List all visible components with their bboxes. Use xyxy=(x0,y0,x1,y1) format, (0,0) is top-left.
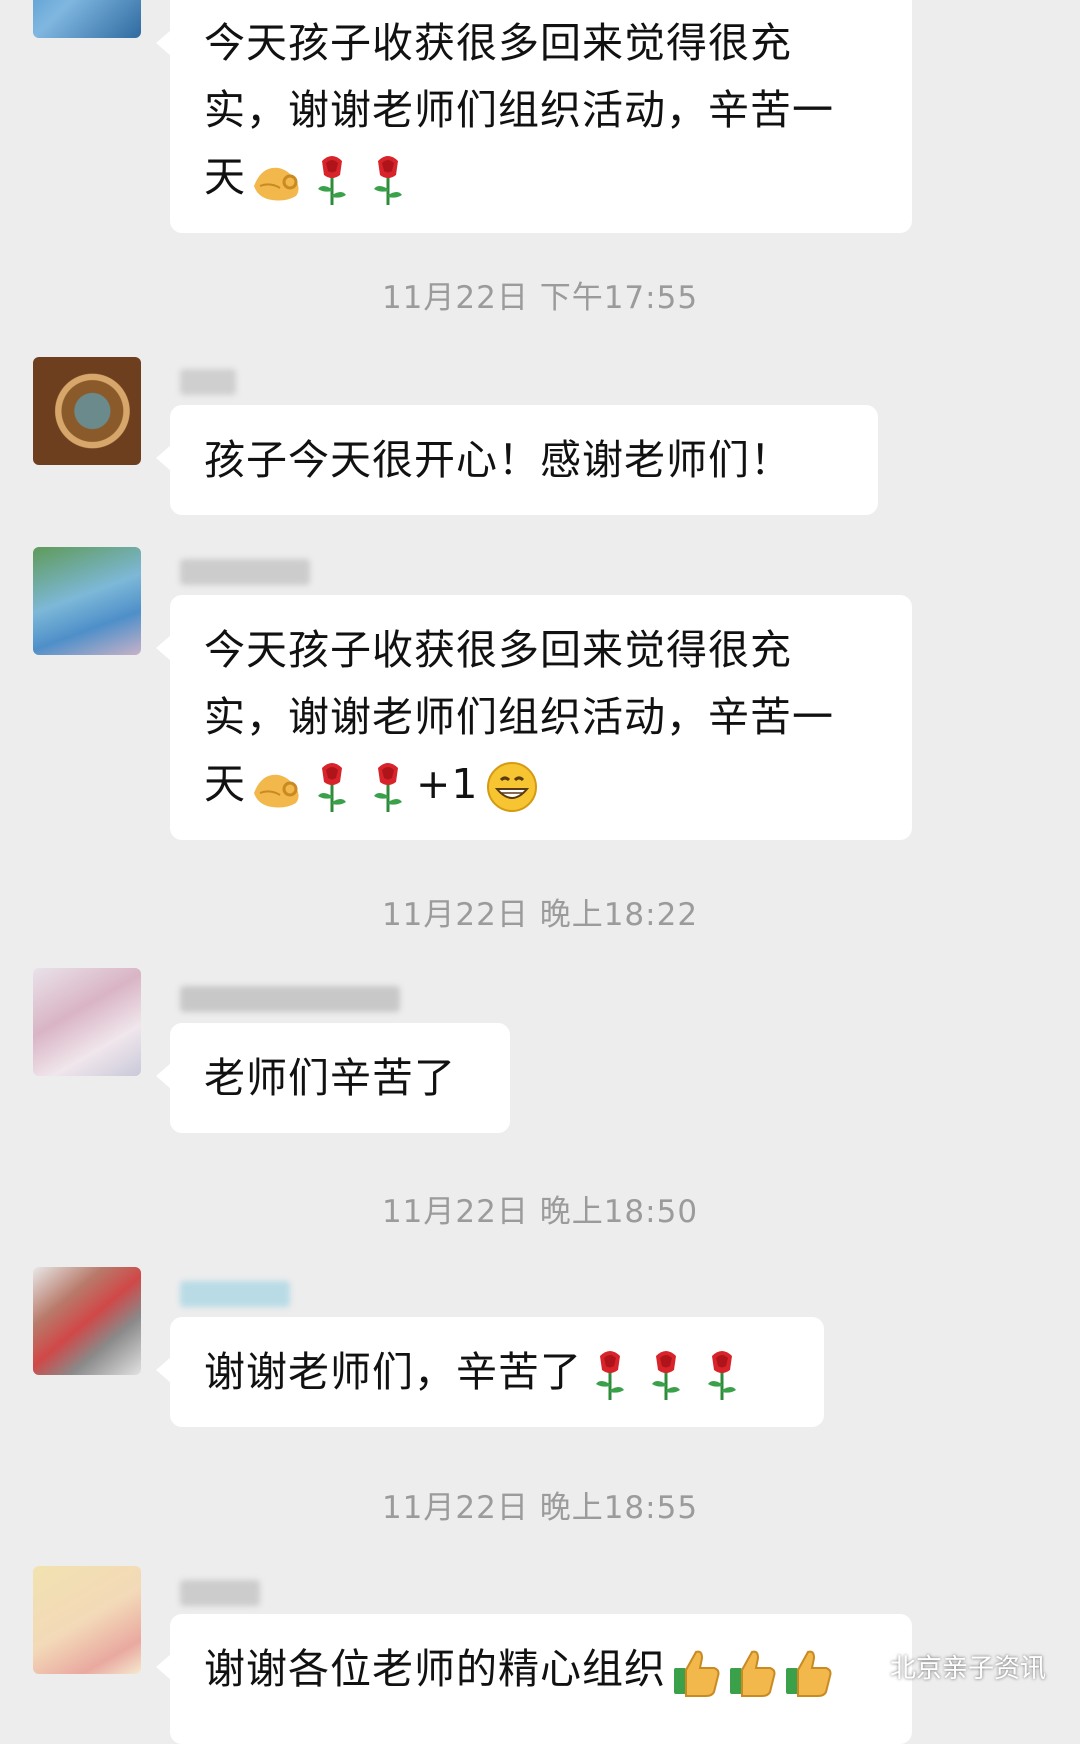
sender-name xyxy=(180,1580,260,1606)
avatar[interactable] xyxy=(33,1566,141,1674)
sender-name xyxy=(180,369,236,395)
message-text-line: 天 xyxy=(204,760,246,808)
message-text-line: 实，谢谢老师们组织活动，辛苦一 xyxy=(204,693,834,741)
message-bubble[interactable]: 谢谢老师们，辛苦了 xyxy=(156,1317,824,1427)
grin-icon xyxy=(486,761,538,813)
rose-icon xyxy=(368,153,408,207)
avatar[interactable] xyxy=(33,968,141,1076)
message-text-line: 天 xyxy=(204,153,246,201)
message-bubble[interactable]: 孩子今天很开心！感谢老师们！ xyxy=(156,405,878,515)
message-text-line: 今天孩子收获很多回来觉得很充 xyxy=(204,19,792,67)
sender-name xyxy=(180,1281,290,1307)
message-bubble[interactable]: 今天孩子收获很多回来觉得很充 实，谢谢老师们组织活动，辛苦一 天 xyxy=(156,0,912,233)
message-text: 老师们辛苦了 xyxy=(204,1054,456,1102)
timestamp: 11月22日 晚上18:55 xyxy=(381,1490,699,1526)
message-bubble[interactable]: 老师们辛苦了 xyxy=(156,1023,510,1133)
message-text-line: 实，谢谢老师们组织活动，辛苦一 xyxy=(204,86,834,134)
timestamp: 11月22日 晚上18:50 xyxy=(381,1194,699,1230)
thumbs-up-icon xyxy=(782,1646,834,1698)
avatar[interactable] xyxy=(33,357,141,465)
rose-icon xyxy=(312,760,352,814)
avatar[interactable] xyxy=(33,547,141,655)
ok-hand-icon xyxy=(250,156,304,204)
message-bubble[interactable]: 谢谢各位老师的精心组织 xyxy=(156,1614,912,1744)
rose-icon xyxy=(590,1348,630,1402)
avatar[interactable] xyxy=(33,0,141,38)
timestamp: 11月22日 晚上18:22 xyxy=(381,897,699,933)
rose-icon xyxy=(368,760,408,814)
watermark-text: 北京亲子资讯 xyxy=(889,1654,1046,1684)
sender-name xyxy=(180,986,400,1012)
rose-icon xyxy=(702,1348,742,1402)
avatar[interactable] xyxy=(33,1267,141,1375)
plus-one-text: +1 xyxy=(416,760,479,808)
watermark: 北京亲子资讯 xyxy=(840,1646,1046,1687)
sender-name xyxy=(180,559,310,585)
message-text: 谢谢各位老师的精心组织 xyxy=(204,1645,666,1693)
thumbs-up-icon xyxy=(726,1646,778,1698)
message-text: 孩子今天很开心！感谢老师们！ xyxy=(204,436,792,484)
thumbs-up-icon xyxy=(670,1646,722,1698)
message-bubble[interactable]: 今天孩子收获很多回来觉得很充 实，谢谢老师们组织活动，辛苦一 天 +1 xyxy=(156,595,912,840)
timestamp: 11月22日 下午17:55 xyxy=(381,280,699,316)
ok-hand-icon xyxy=(250,763,304,811)
rose-icon xyxy=(646,1348,686,1402)
rose-icon xyxy=(312,153,352,207)
chat-screen: { "messages": [ {"text_lines": ["今天孩子收获很… xyxy=(0,0,1080,1744)
message-text-line: 今天孩子收获很多回来觉得很充 xyxy=(204,626,792,674)
wechat-logo-icon xyxy=(840,1646,882,1687)
message-text: 谢谢老师们，辛苦了 xyxy=(204,1348,582,1396)
